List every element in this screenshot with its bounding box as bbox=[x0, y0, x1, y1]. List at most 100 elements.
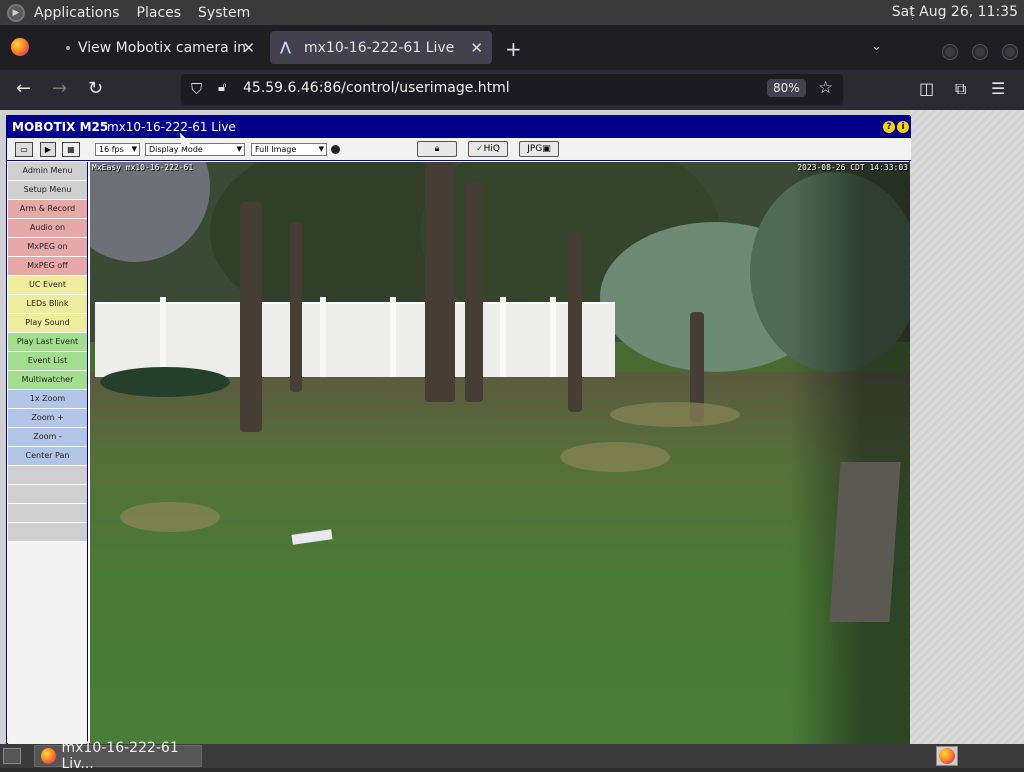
tree-trunk bbox=[240, 202, 262, 432]
live-view-icon[interactable]: ▭ bbox=[15, 142, 33, 157]
insecure-lock-icon[interactable]: 🔓︎ bbox=[218, 80, 226, 95]
chevron-down-icon: ▼ bbox=[236, 145, 242, 153]
sidebar-button-play-last-event[interactable]: Play Last Event bbox=[8, 333, 87, 352]
camera-toolbar: ▭ ▶ ▦ 16 fps ▼ Display Mode ▼ Full Image ▼ … bbox=[7, 138, 911, 161]
pocket-icon[interactable]: ◫ bbox=[919, 79, 934, 98]
camera-title-bar: MOBOTIX M25 mx10-16-222-61 Live ? i bbox=[7, 116, 911, 138]
fps-select[interactable]: 16 fps ▼ bbox=[95, 143, 140, 156]
firefox-icon[interactable] bbox=[11, 38, 29, 56]
camera-brand: MOBOTIX M25 bbox=[12, 120, 109, 134]
video-overlay-timestamp: 2023-08-26 CDT 14:33:03 bbox=[797, 163, 908, 172]
camera-frame: MOBOTIX M25 mx10-16-222-61 Live ? i ▭ ▶ … bbox=[6, 115, 911, 744]
camera-live-image[interactable]: MxEasy mx10-16-222-61 2023-08-26 CDT 14:… bbox=[90, 162, 910, 744]
save-disk-icon: ▣ bbox=[542, 144, 551, 154]
extensions-icon[interactable]: ⧉ bbox=[955, 79, 966, 99]
lawn bbox=[90, 372, 910, 744]
multiview-grid-icon[interactable]: ▦ bbox=[62, 142, 80, 157]
top-panel: ▶ Applications Places System Sat Aug 26,… bbox=[0, 0, 1024, 25]
sidebar-button-arm-record[interactable]: Arm & Record bbox=[8, 200, 87, 219]
back-icon[interactable]: ← bbox=[16, 78, 31, 99]
sidebar-button-audio-on[interactable]: Audio on bbox=[8, 219, 87, 238]
video-overlay-camera-name: MxEasy mx10-16-222-61 bbox=[92, 163, 194, 172]
check-icon: ✓ bbox=[476, 144, 484, 154]
display-mode-select[interactable]: Display Mode ▼ bbox=[145, 143, 245, 156]
tab-label: mx10-16-222-61 Live bbox=[304, 39, 455, 56]
tracking-protection-icon[interactable]: ⛉ bbox=[191, 80, 202, 98]
page-background bbox=[910, 110, 1024, 744]
tab-close-icon[interactable]: ✕ bbox=[242, 39, 255, 57]
sidebar-button-zoom[interactable]: Zoom + bbox=[8, 409, 87, 428]
help-icon[interactable]: ? bbox=[883, 121, 895, 133]
tab-close-icon[interactable]: ✕ bbox=[470, 39, 483, 57]
app-menu-icon[interactable]: ☰ bbox=[991, 79, 1005, 98]
url-bar[interactable]: ⛉ 🔓︎ 45.59.6.46:86/control/userimage.htm… bbox=[181, 74, 843, 105]
image-size-value: Full Image bbox=[255, 145, 297, 154]
new-tab-icon[interactable]: + bbox=[505, 37, 522, 61]
forward-icon[interactable]: → bbox=[52, 78, 67, 99]
applications-icon[interactable]: ▶ bbox=[7, 3, 25, 22]
sidebar-button-setup-menu[interactable]: Setup Menu bbox=[8, 181, 87, 200]
fence-post bbox=[500, 297, 506, 377]
bookmark-star-icon[interactable]: ☆ bbox=[818, 78, 833, 98]
shed-wall bbox=[829, 462, 901, 622]
sidebar-button-zoom[interactable]: Zoom - bbox=[8, 428, 87, 447]
chevron-down-icon: ▼ bbox=[318, 145, 324, 153]
player-icon[interactable]: ▶ bbox=[40, 142, 56, 157]
close-window-icon[interactable] bbox=[1003, 45, 1017, 59]
fence-post bbox=[390, 297, 396, 377]
list-all-tabs-icon[interactable]: ⌄ bbox=[871, 39, 882, 54]
sidebar-button-empty-19 bbox=[8, 523, 87, 542]
tray-firefox-button[interactable] bbox=[936, 746, 958, 766]
camera-sidebar: Admin Menu Setup Menu Arm & Record Audio on… bbox=[8, 162, 88, 744]
image-size-select[interactable]: Full Image ▼ bbox=[251, 143, 327, 156]
tab-label: View Mobotix camera in Unit bbox=[78, 39, 248, 56]
bottom-taskbar: mx10-16-222-61 Liv... bbox=[0, 740, 1024, 772]
menu-system[interactable]: System bbox=[198, 5, 250, 21]
zoom-level-badge[interactable]: 80% bbox=[767, 79, 806, 97]
sidebar-button-empty-18 bbox=[8, 504, 87, 523]
sidebar-button-empty-17 bbox=[8, 485, 87, 504]
bare-patch bbox=[560, 442, 670, 472]
mobotix-favicon-icon: ⋀ bbox=[280, 39, 291, 55]
shrub bbox=[100, 367, 230, 397]
url-text[interactable]: 45.59.6.46:86/control/userimage.html bbox=[243, 80, 510, 96]
tree-trunk bbox=[290, 222, 302, 392]
display-mode-value: Display Mode bbox=[149, 145, 203, 154]
tab-camera-live[interactable]: ⋀ mx10-16-222-61 Live ✕ bbox=[270, 31, 492, 64]
sidebar-button-play-sound[interactable]: Play Sound bbox=[8, 314, 87, 333]
camera-title: mx10-16-222-61 Live bbox=[107, 120, 236, 134]
sidebar-button-mxpeg-off[interactable]: MxPEG off bbox=[8, 257, 87, 276]
sidebar-button-1x-zoom[interactable]: 1x Zoom bbox=[8, 390, 87, 409]
padlock-icon: 🔒︎ bbox=[434, 144, 440, 154]
reload-icon[interactable]: ↻ bbox=[88, 78, 103, 99]
menu-applications[interactable]: Applications bbox=[34, 5, 120, 21]
hiq-button[interactable]: ✓HiQ bbox=[468, 141, 508, 157]
sidebar-button-multiwatcher[interactable]: Multiwatcher bbox=[8, 371, 87, 390]
sidebar-button-uc-event[interactable]: UC Event bbox=[8, 276, 87, 295]
info-icon[interactable]: i bbox=[897, 121, 909, 133]
page-content: MOBOTIX M25 mx10-16-222-61 Live ? i ▭ ▶ … bbox=[0, 110, 1024, 744]
sidebar-button-event-list[interactable]: Event List bbox=[8, 352, 87, 371]
jpg-label: JPG bbox=[527, 144, 543, 154]
taskbar-window-button[interactable]: mx10-16-222-61 Liv... bbox=[34, 740, 202, 772]
taskbar-window-label: mx10-16-222-61 Liv... bbox=[61, 740, 179, 772]
lock-button[interactable]: 🔒︎ bbox=[417, 141, 457, 157]
bare-patch bbox=[120, 502, 220, 532]
tree-trunk bbox=[425, 162, 455, 402]
minimize-window-icon[interactable] bbox=[943, 45, 957, 59]
clock[interactable]: Sat Aug 26, 11:35 bbox=[892, 4, 1018, 20]
tab-mobotix-view[interactable]: View Mobotix camera in Unit ✕ bbox=[52, 31, 264, 64]
menu-places[interactable]: Places bbox=[137, 5, 182, 21]
show-desktop-icon[interactable] bbox=[3, 748, 21, 764]
sidebar-button-center-pan[interactable]: Center Pan bbox=[8, 447, 87, 466]
hiq-label: HiQ bbox=[483, 144, 500, 154]
shadow bbox=[790, 162, 910, 744]
save-jpg-button[interactable]: JPG▣ bbox=[519, 141, 559, 157]
tree-trunk bbox=[568, 232, 582, 412]
maximize-window-icon[interactable] bbox=[973, 45, 987, 59]
sidebar-button-leds-blink[interactable]: LEDs Blink bbox=[8, 295, 87, 314]
firefox-icon bbox=[41, 748, 56, 764]
bare-patch bbox=[610, 402, 740, 427]
sidebar-button-mxpeg-on[interactable]: MxPEG on bbox=[8, 238, 87, 257]
sidebar-button-admin-menu[interactable]: Admin Menu bbox=[8, 162, 87, 181]
